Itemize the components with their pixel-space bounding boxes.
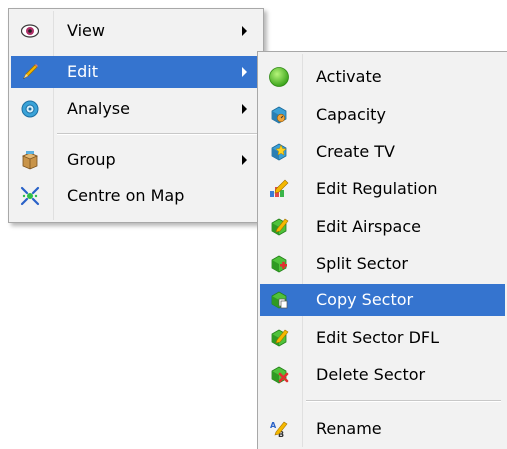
menu-item-label: Create TV: [316, 142, 395, 161]
menu-item-delete-sector[interactable]: Delete Sector: [260, 359, 505, 391]
menu-item-label: Edit Airspace: [316, 217, 421, 236]
submenu-arrow-icon: [242, 104, 247, 114]
menu-item-edit-airspace[interactable]: Edit Airspace: [260, 211, 505, 243]
menu-item-create-tv[interactable]: Create TV: [260, 136, 505, 168]
copy-sector-icon: [262, 284, 296, 316]
submenu-arrow-icon: [242, 67, 247, 77]
rename-icon: A B: [262, 413, 296, 445]
submenu-arrow-icon: [242, 26, 247, 36]
edit-airspace-icon: [262, 211, 296, 243]
context-menu: View Edit Analyse Group Centre on Map: [8, 8, 264, 223]
menu-item-label: Analyse: [67, 99, 130, 118]
menu-item-label: View: [67, 21, 105, 40]
menu-item-edit-sector-dfl[interactable]: Edit Sector DFL: [260, 322, 505, 354]
menu-item-label: Rename: [316, 419, 382, 438]
menu-item-centre-on-map[interactable]: Centre on Map: [11, 180, 261, 212]
menu-item-label: Copy Sector: [316, 290, 414, 309]
menu-item-label: Split Sector: [316, 254, 408, 273]
menu-item-label: Centre on Map: [67, 186, 185, 205]
menu-item-label: Edit Sector DFL: [316, 328, 440, 347]
menu-item-copy-sector[interactable]: Copy Sector: [260, 284, 505, 316]
menu-item-label: Capacity: [316, 105, 386, 124]
menu-item-activate[interactable]: Activate: [260, 61, 505, 93]
delete-sector-icon: [262, 359, 296, 391]
menu-item-label: Activate: [316, 67, 382, 86]
pencil-icon: [13, 56, 47, 88]
edit-submenu: Activate Capacity Create TV Edit Regulat…: [257, 51, 507, 449]
gear-icon: [13, 93, 47, 125]
svg-text:A: A: [270, 421, 277, 430]
menu-item-capacity[interactable]: Capacity: [260, 99, 505, 131]
menu-item-analyse[interactable]: Analyse: [11, 93, 261, 125]
menu-item-rename[interactable]: A B Rename: [260, 413, 505, 445]
menu-item-split-sector[interactable]: Split Sector: [260, 248, 505, 280]
menu-separator: [57, 133, 257, 135]
create-tv-icon: [262, 136, 296, 168]
split-sector-icon: [262, 248, 296, 280]
menu-separator: [306, 400, 501, 402]
menu-item-edit[interactable]: Edit: [11, 56, 261, 88]
green-circle-icon: [262, 61, 296, 93]
eye-icon: [13, 15, 47, 47]
submenu-arrow-icon: [242, 155, 247, 165]
menu-item-group[interactable]: Group: [11, 144, 261, 176]
menu-item-label: Edit Regulation: [316, 179, 438, 198]
edit-regulation-icon: [262, 173, 296, 205]
menu-item-label: Group: [67, 150, 116, 169]
menu-item-label: Edit: [67, 62, 98, 81]
centre-icon: [13, 180, 47, 212]
edit-sector-dfl-icon: [262, 322, 296, 354]
menu-item-edit-regulation[interactable]: Edit Regulation: [260, 173, 505, 205]
menu-item-label: Delete Sector: [316, 365, 426, 384]
menu-item-view[interactable]: View: [11, 15, 261, 47]
capacity-icon: [262, 99, 296, 131]
box-icon: [13, 144, 47, 176]
